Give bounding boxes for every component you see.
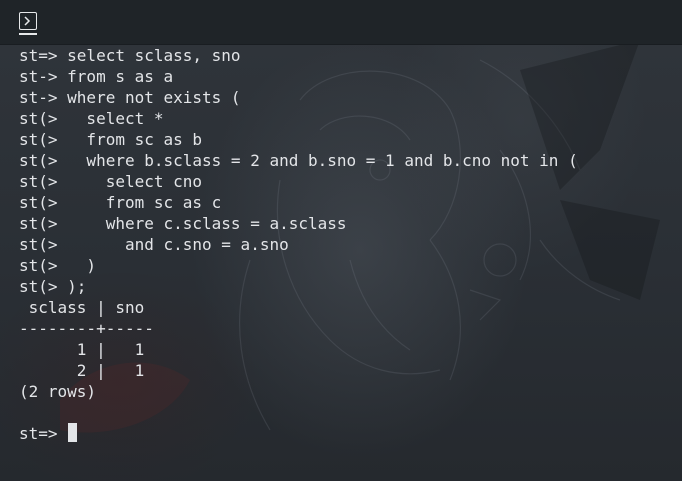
terminal-line: st(> and c.sno = a.sno	[19, 235, 289, 254]
prompt-text: st=>	[19, 424, 68, 443]
terminal-line: st(> where b.sclass = 2 and b.sno = 1 an…	[19, 151, 578, 170]
input-line[interactable]: st=>	[19, 423, 674, 444]
terminal-line: st(> from sc as c	[19, 193, 222, 212]
terminal-output[interactable]: st=> select sclass, sno st-> from s as a…	[19, 45, 674, 475]
terminal-line: st(> select *	[19, 109, 164, 128]
result-header: sclass | sno	[19, 298, 145, 317]
terminal-line: st-> from s as a	[19, 67, 174, 86]
terminal-line: st(> from sc as b	[19, 130, 203, 149]
text-cursor	[68, 423, 78, 442]
result-separator: --------+-----	[19, 319, 154, 338]
title-bar	[0, 0, 682, 45]
terminal-line: st(> )	[19, 256, 97, 275]
terminal-line: st(> where c.sclass = a.sclass	[19, 214, 347, 233]
terminal-icon[interactable]	[19, 12, 37, 30]
terminal-window: st=> select sclass, sno st-> from s as a…	[0, 0, 682, 481]
terminal-line: st(> select cno	[19, 172, 203, 191]
terminal-line: st-> where not exists (	[19, 88, 241, 107]
terminal-line: st=> select sclass, sno	[19, 46, 241, 65]
result-row: 2 | 1	[19, 361, 145, 380]
row-count: (2 rows)	[19, 382, 97, 401]
result-row: 1 | 1	[19, 340, 145, 359]
terminal-icon-underline	[19, 33, 37, 35]
terminal-line: st(> );	[19, 277, 87, 296]
